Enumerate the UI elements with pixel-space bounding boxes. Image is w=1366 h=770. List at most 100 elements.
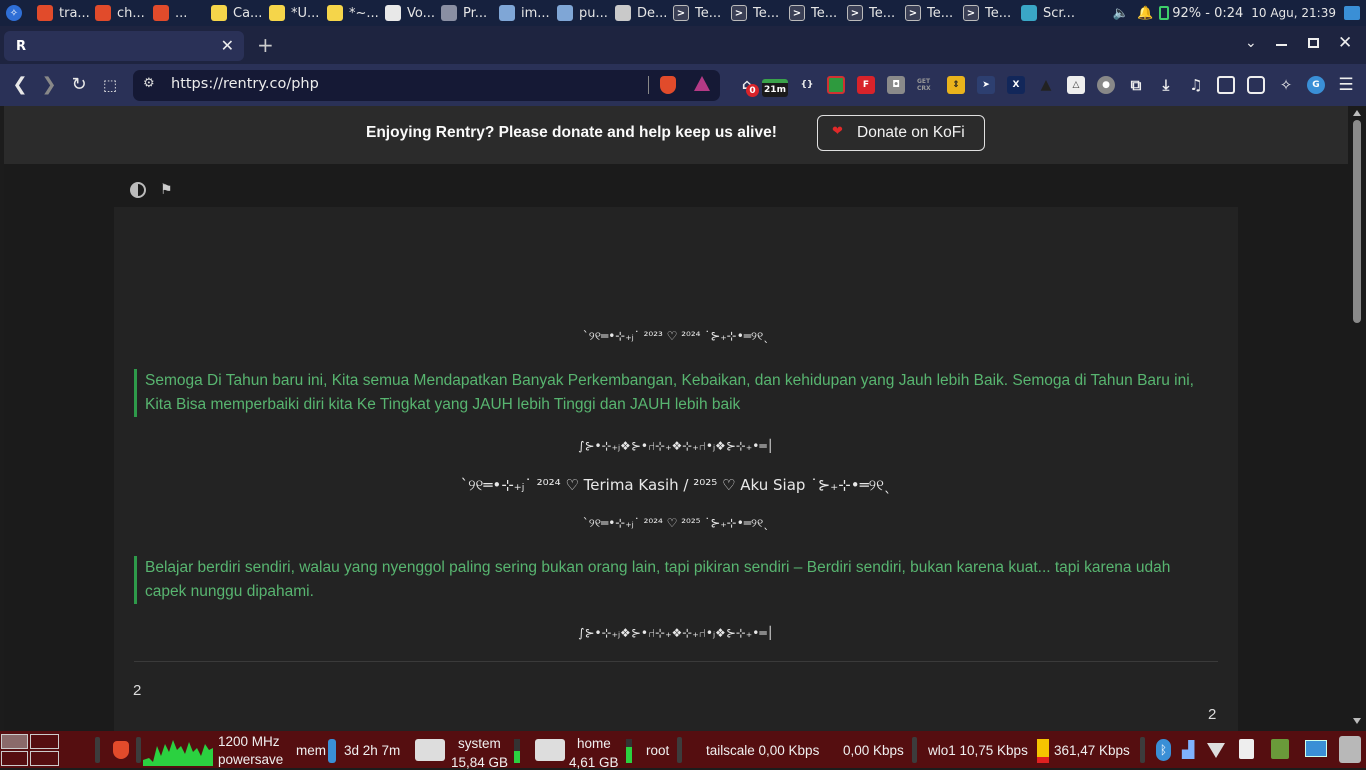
page-scrollbar[interactable]	[1348, 106, 1366, 731]
power-icon[interactable]	[1339, 736, 1361, 763]
brave-icon	[95, 5, 111, 21]
window-icon	[441, 5, 457, 21]
battery-icon[interactable]	[1159, 6, 1170, 20]
notepad-icon	[327, 5, 343, 21]
taskbar-task[interactable]: pu...	[554, 0, 612, 26]
scrollbar-thumb[interactable]	[1353, 120, 1361, 323]
bookmark-icon[interactable]: ⬚	[99, 74, 121, 96]
minimize-icon[interactable]	[1276, 44, 1287, 46]
pager-desktop-3[interactable]	[1, 751, 28, 766]
back-icon[interactable]: ❮	[9, 74, 31, 96]
dark-extension-icon[interactable]: X	[1007, 76, 1025, 94]
screen-icon[interactable]	[1305, 740, 1327, 757]
clock[interactable]: 10 Agu, 21:39	[1251, 6, 1336, 20]
taskbar-task[interactable]: Scr...	[1018, 0, 1078, 26]
settings-icon	[615, 5, 631, 21]
camera-extension-icon[interactable]: ◘	[887, 76, 905, 94]
taskbar-task[interactable]: *~...	[324, 0, 382, 26]
brave-launcher-icon[interactable]	[113, 741, 129, 759]
folder-icon	[499, 5, 515, 21]
extension-badge: 0	[746, 84, 759, 97]
taskbar-task[interactable]: > Te...	[960, 0, 1018, 26]
trash-icon[interactable]	[1271, 739, 1289, 759]
taskbar-task[interactable]: *U...	[266, 0, 324, 26]
root-label: root	[646, 743, 670, 758]
terminal-icon: >	[673, 5, 689, 21]
memory-label: mem	[296, 743, 326, 758]
notification-icon[interactable]: 🔔	[1137, 6, 1153, 21]
forward-icon[interactable]: ❯	[38, 74, 60, 96]
close-window-icon[interactable]: ✕	[1338, 33, 1352, 53]
taskbar-task[interactable]: Ca...	[208, 0, 266, 26]
site-info-icon[interactable]: ⚙	[143, 76, 155, 91]
sidebar-icon[interactable]	[1217, 76, 1235, 94]
taskbar-task[interactable]: ch...	[92, 0, 150, 26]
taskbar-task[interactable]: ...	[150, 0, 208, 26]
tab-rentry[interactable]: R ✕	[4, 31, 244, 61]
url-text[interactable]: https://rentry.co/php	[171, 76, 319, 92]
show-desktop-icon[interactable]	[1344, 6, 1360, 20]
red-extension-icon[interactable]: F	[857, 76, 875, 94]
taskbar-task[interactable]: tra...	[34, 0, 92, 26]
folder-icon	[557, 5, 573, 21]
navigation-bar: ❮ ❯ ↻ ⬚ ⚙ https://rentry.co/php ⌂ 0 21m …	[0, 64, 1366, 106]
ornament-divider-1: ∫⊱•⊹₊ⱼ❖⊱•⑁⊹₊❖⊹₊⑁•ⱼ❖⊱⊹₊•═│	[578, 439, 774, 453]
green-extension-icon[interactable]	[827, 76, 845, 94]
taskbar-task-label: *~...	[349, 5, 379, 21]
clipboard-icon[interactable]	[1239, 739, 1254, 759]
taskbar-task[interactable]: > Te...	[844, 0, 902, 26]
timer-extension-icon[interactable]: 21m	[762, 79, 788, 97]
wifi-icon[interactable]	[1207, 743, 1225, 758]
taskbar-task[interactable]: > Te...	[728, 0, 786, 26]
taskbar-task[interactable]: > Te...	[902, 0, 960, 26]
white-extension-icon[interactable]: △	[1067, 76, 1085, 94]
screenshot-icon	[1021, 5, 1037, 21]
leo-ai-icon[interactable]: ✧	[1277, 76, 1295, 94]
pager-desktop-1[interactable]	[1, 734, 28, 749]
download-icon[interactable]: ⤓	[1157, 76, 1175, 94]
separator	[1140, 737, 1145, 763]
bat-extension-icon[interactable]: ▲	[1037, 76, 1055, 94]
new-tab-icon[interactable]: +	[257, 33, 274, 57]
maximize-icon[interactable]	[1308, 38, 1319, 48]
taskbar-task[interactable]: Pr...	[438, 0, 496, 26]
scroll-down-icon[interactable]	[1353, 718, 1361, 724]
reload-icon[interactable]: ↻	[68, 74, 90, 96]
taskbar-task[interactable]: De...	[612, 0, 670, 26]
wallet-icon[interactable]	[1247, 76, 1265, 94]
menu-icon[interactable]: ☰	[1337, 75, 1355, 95]
taskbar-task-label: Te...	[869, 5, 896, 21]
circle-extension-icon[interactable]: ●	[1097, 76, 1115, 94]
donate-button[interactable]: ❤ Donate on KoFi	[817, 115, 985, 151]
taskbar-task[interactable]: > Te...	[786, 0, 844, 26]
pager-desktop-2[interactable]	[30, 734, 59, 749]
taskbar-task[interactable]: Vo...	[382, 0, 438, 26]
app-launcher[interactable]: ✧	[0, 0, 34, 26]
taskbar-task[interactable]: > Te...	[670, 0, 728, 26]
getcrx-extension-icon[interactable]: GET CRX	[917, 76, 935, 94]
profile-icon[interactable]: G	[1307, 76, 1325, 94]
tab-list-icon[interactable]: ⌄	[1245, 35, 1257, 51]
banner-text: Enjoying Rentry? Please donate and help …	[366, 124, 777, 141]
volume-icon[interactable]: 🔈	[1113, 6, 1129, 21]
media-icon[interactable]: ♫	[1187, 76, 1205, 94]
signal-icon[interactable]: ▟	[1182, 740, 1194, 760]
cursor-extension-icon[interactable]: ➤	[977, 76, 995, 94]
address-bar[interactable]: ⚙ https://rentry.co/php	[133, 70, 720, 101]
battery-status[interactable]: 92% - 0:24	[1172, 6, 1243, 21]
json-extension-icon[interactable]: {}	[798, 76, 816, 94]
yellow-extension-icon[interactable]: ⇕	[947, 76, 965, 94]
home-disk-icon	[535, 739, 565, 761]
report-flag-icon[interactable]: ⚑	[160, 182, 173, 198]
brave-shields-icon[interactable]	[660, 76, 676, 94]
ornament-line-2023-2024: ˋ୨୧═•⊹₊ⱼ˙ ²⁰²³ ♡ ²⁰²⁴ ˙⊱₊⊹•═୨୧ˎ	[582, 329, 770, 343]
brave-rewards-icon[interactable]	[694, 76, 710, 91]
scroll-up-icon[interactable]	[1353, 110, 1361, 116]
extensions-puzzle-icon[interactable]: ⧉	[1127, 76, 1145, 94]
pager-desktop-4[interactable]	[30, 751, 59, 766]
bluetooth-icon[interactable]: ᛒ	[1156, 739, 1171, 761]
theme-toggle-icon[interactable]	[130, 182, 146, 198]
taskbar-task-label: De...	[637, 5, 668, 21]
taskbar-task[interactable]: im...	[496, 0, 554, 26]
tab-close-icon[interactable]: ✕	[221, 36, 234, 55]
